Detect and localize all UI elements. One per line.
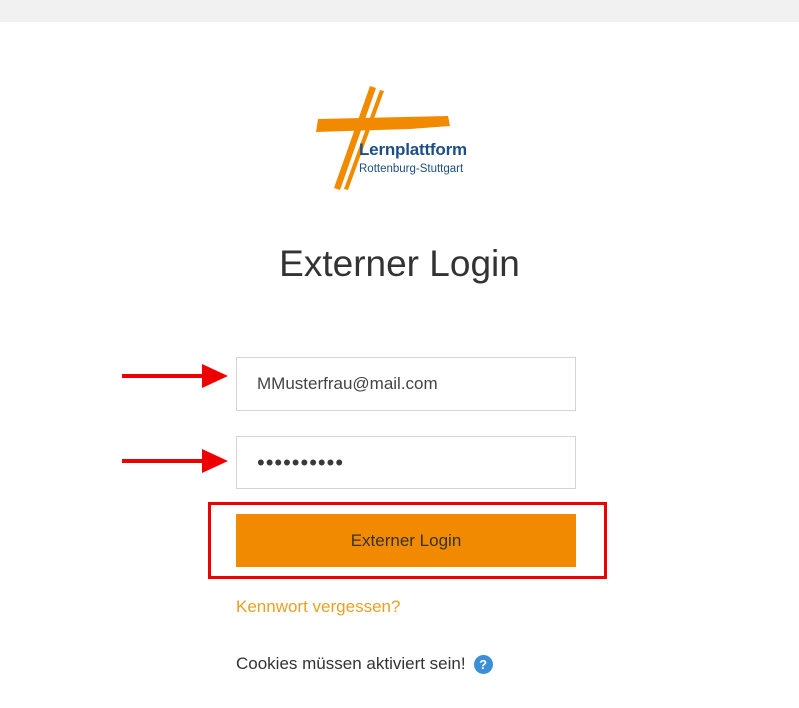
help-icon[interactable]: ? <box>473 654 493 674</box>
arrow-right-icon <box>122 364 228 388</box>
forgot-password-link[interactable]: Kennwort vergessen? <box>236 597 400 617</box>
top-strip <box>0 0 799 22</box>
username-input[interactable] <box>236 357 576 411</box>
arrow-right-icon <box>122 449 228 473</box>
logo-subtitle: Rottenburg-Stuttgart <box>359 163 464 175</box>
password-input[interactable] <box>236 436 576 489</box>
page-title: Externer Login <box>279 243 520 284</box>
site-logo: Lernplattform Rottenburg-Stuttgart <box>310 86 506 190</box>
cookies-notice: Cookies müssen aktiviert sein! ? <box>236 654 493 674</box>
login-button[interactable]: Externer Login <box>236 514 576 567</box>
cookies-notice-text: Cookies müssen aktiviert sein! <box>236 654 466 673</box>
logo-title: Lernplattform <box>359 140 467 159</box>
